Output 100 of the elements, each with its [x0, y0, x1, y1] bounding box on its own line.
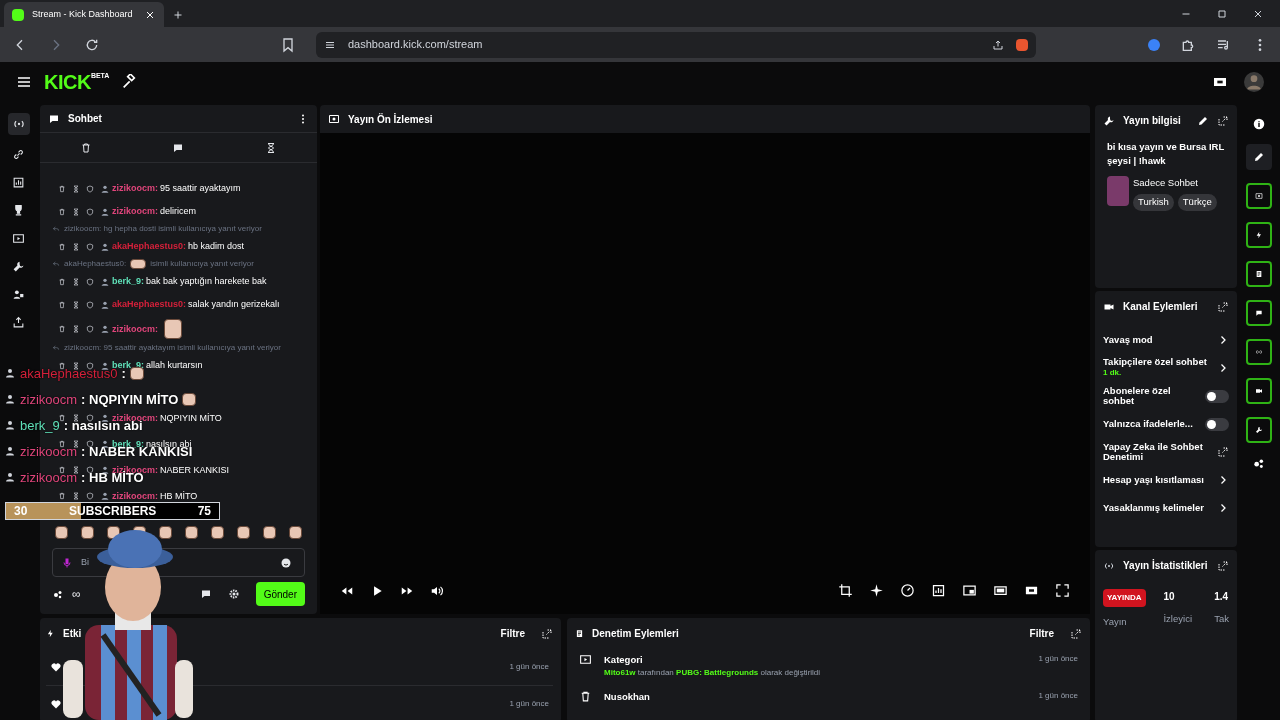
delete-icon[interactable]	[58, 325, 66, 333]
menu-icon[interactable]	[16, 74, 32, 90]
wrench-icon[interactable]	[1245, 417, 1272, 443]
emote-icon	[80, 525, 94, 539]
filter-button[interactable]: Filtre	[500, 626, 525, 641]
edit-icon[interactable]	[1245, 144, 1272, 170]
popout-icon[interactable]	[1217, 114, 1229, 127]
delete-icon[interactable]	[58, 184, 66, 193]
timeout-icon[interactable]	[72, 184, 80, 193]
preview-icon	[328, 113, 340, 125]
popout-icon[interactable]	[1217, 559, 1229, 572]
tag[interactable]: Turkish	[1133, 194, 1174, 211]
avatar-icon[interactable]	[1244, 72, 1264, 92]
video-icon	[579, 653, 592, 666]
ban-icon[interactable]	[86, 466, 94, 474]
timeout-icon[interactable]	[72, 325, 80, 333]
timeout-icon[interactable]	[72, 466, 80, 474]
delete-icon[interactable]	[58, 207, 66, 216]
speed-icon[interactable]	[900, 583, 915, 598]
document-icon[interactable]	[1245, 261, 1272, 287]
panel-title: Yayın İstatistikleri	[1123, 558, 1209, 573]
reply-text: zizikoocm: 95 saattir ayaktayım isimli kullanıcıya yanıt veriyor	[64, 344, 281, 352]
stats-icon[interactable]	[931, 583, 946, 598]
emote-icon	[185, 525, 198, 539]
send-button[interactable]: Gönder	[255, 582, 305, 606]
avatar-icon	[100, 360, 110, 371]
chat-icon[interactable]	[199, 588, 212, 600]
timeout-icon[interactable]	[72, 207, 80, 216]
goal-start: 30	[14, 505, 29, 517]
capture-icon[interactable]	[1245, 183, 1272, 209]
toggle-switch[interactable]	[1205, 389, 1229, 403]
chat-username[interactable]: zizikoocm:	[112, 491, 158, 501]
chat-username[interactable]: akaHephaestus0:	[112, 300, 187, 309]
toggle-switch[interactable]	[1205, 417, 1229, 431]
trash-icon	[579, 690, 592, 703]
category-name[interactable]: Sadece Sohbet	[1133, 176, 1217, 191]
chat-username[interactable]: berk_9:	[112, 277, 145, 286]
info-icon[interactable]	[1251, 117, 1266, 131]
tag[interactable]: Türkçe	[1177, 194, 1217, 211]
chat-username[interactable]: berk_9:	[112, 361, 145, 370]
chat-icon[interactable]	[1245, 300, 1272, 326]
chat-username[interactable]: akaHephaestus0:	[112, 242, 187, 251]
chat-username[interactable]: zizikoocm:	[112, 207, 158, 216]
delete-icon[interactable]	[58, 300, 66, 309]
chat-message: : NQPIYIN MİTO	[81, 393, 179, 406]
address-bar[interactable]: dashboard.kick.com/stream	[316, 31, 1036, 58]
browser-tab[interactable]: Stream - Kick Dashboard	[4, 2, 164, 27]
bubbles-icon[interactable]	[52, 588, 64, 600]
message-input[interactable]: Bi	[81, 555, 272, 570]
timeout-icon[interactable]	[72, 277, 80, 286]
share-icon[interactable]	[992, 38, 1004, 51]
bookmark-icon[interactable]	[280, 36, 296, 53]
chat-username[interactable]: zizikoocm:	[112, 184, 158, 193]
delete-icon[interactable]	[58, 466, 66, 474]
delete-icon[interactable]	[58, 414, 66, 422]
popout-icon[interactable]	[541, 627, 553, 640]
avatar-icon	[4, 445, 16, 457]
stat-value: 1.4	[1214, 590, 1229, 604]
live-badge: YAYINDA	[1103, 589, 1146, 607]
chat-username[interactable]: zizikoocm:	[112, 324, 158, 334]
fullscreen-icon[interactable]	[1055, 583, 1070, 598]
broadcast-icon[interactable]	[7, 113, 30, 135]
reply-text: akaHephaestus0:	[64, 260, 127, 268]
broadcast-icon[interactable]	[1245, 339, 1272, 365]
popout-icon[interactable]	[1217, 300, 1229, 313]
extension-icon[interactable]	[1148, 38, 1160, 51]
popout-icon[interactable]	[1070, 627, 1082, 640]
camera-icon[interactable]	[1245, 378, 1272, 404]
sparkle-icon[interactable]	[869, 583, 884, 598]
avatar-icon	[100, 491, 110, 501]
edit-icon[interactable]	[1197, 114, 1209, 127]
infinity-label: ∞	[72, 586, 81, 603]
external-link-icon[interactable]	[1217, 446, 1229, 458]
hammer-icon[interactable]	[121, 74, 138, 90]
timeout-icon[interactable]	[72, 492, 80, 500]
timeout-icon[interactable]	[72, 414, 80, 422]
delete-icon[interactable]	[58, 277, 66, 286]
action-title: Kategori	[604, 653, 644, 667]
delete-icon[interactable]	[58, 242, 66, 251]
picture-in-picture-icon[interactable]	[962, 583, 977, 598]
timeout-icon[interactable]	[72, 242, 80, 251]
lightning-icon[interactable]	[1245, 222, 1272, 248]
emote-icon	[263, 525, 277, 539]
crop-icon[interactable]	[838, 583, 853, 598]
emoji-icon[interactable]	[280, 556, 292, 569]
timeout-icon[interactable]	[72, 361, 80, 370]
timeout-icon[interactable]	[72, 300, 80, 309]
restore-icon[interactable]	[1216, 7, 1228, 20]
delete-icon[interactable]	[58, 440, 66, 448]
reply-icon	[52, 260, 60, 268]
filter-button[interactable]: Filtre	[1029, 626, 1054, 641]
timeout-icon[interactable]	[72, 440, 80, 448]
theater-icon[interactable]	[993, 583, 1008, 598]
trash-icon[interactable]	[80, 141, 93, 154]
delete-icon[interactable]	[58, 492, 66, 500]
document-icon	[575, 629, 584, 638]
ban-icon[interactable]	[86, 440, 94, 448]
settings-icon[interactable]	[227, 588, 240, 600]
panel-title: Etki	[63, 627, 83, 641]
delete-icon[interactable]	[58, 361, 66, 370]
